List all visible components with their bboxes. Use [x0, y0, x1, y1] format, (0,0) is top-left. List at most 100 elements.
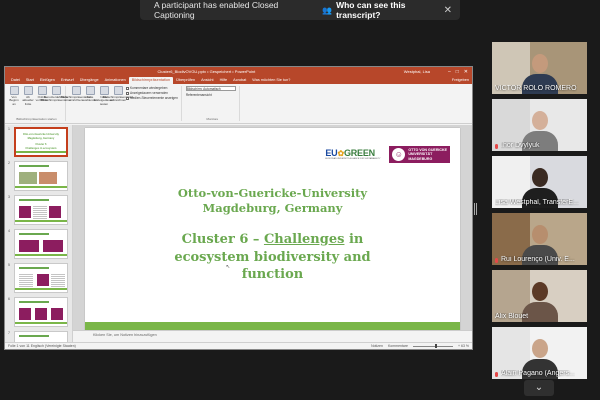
- captioning-notice: A participant has enabled Closed Caption…: [140, 0, 460, 20]
- notes-pane[interactable]: Klicken Sie, um Notizen hinzuzufügen: [73, 330, 472, 342]
- online-icon: [37, 86, 47, 95]
- slide-thumbnail-2[interactable]: [13, 161, 68, 191]
- timer-icon: [99, 86, 109, 95]
- slide-number: 3: [8, 195, 10, 199]
- share-button[interactable]: Freigeben: [449, 77, 472, 84]
- ribbon-tabs: Datei Start Einfügen Entwurf Übergänge A…: [5, 76, 472, 84]
- muted-mic-icon: [495, 258, 498, 263]
- mouse-cursor-icon: ↖: [226, 264, 231, 270]
- shared-screen: Cluster6_BiodivOVGU.pptx • Gespeichert •…: [4, 66, 473, 350]
- comments-toggle[interactable]: Kommentare: [388, 344, 408, 348]
- slide-number: 4: [8, 229, 10, 233]
- slide-thumbnail-7[interactable]: [13, 331, 68, 342]
- slide-number: 7: [8, 331, 10, 335]
- tab-hilfe[interactable]: Hilfe: [217, 77, 231, 84]
- from-beginning-button[interactable]: Von Beginn an: [8, 86, 20, 106]
- ribbon-group-setup: Bildschirmpräsentation einrichten Folie …: [61, 86, 182, 121]
- maximize-icon[interactable]: □: [456, 69, 459, 75]
- zoom-slider[interactable]: [413, 344, 453, 348]
- chevron-down-icon[interactable]: ⌄: [524, 380, 554, 396]
- participant-name: VICTOR ROLO ROMERO: [495, 85, 577, 92]
- thumb-text: Otto-von-Guericke-University: [22, 133, 60, 136]
- slide-count-status: Folie 1 von 11 Englisch (Vereinigte Staa…: [8, 344, 76, 348]
- from-current-button[interactable]: Ab aktueller Folie: [22, 86, 34, 106]
- slide-number: 2: [8, 161, 10, 165]
- participant-name: Rui Lourenço (Univ. E...: [501, 256, 575, 263]
- notes-toggle[interactable]: Notizen: [371, 344, 383, 348]
- setup-checkboxes: Kommentare wiedergeben Anzeigedauern ver…: [126, 86, 178, 100]
- slide-university-title: Otto-von-Guericke-University Magdeburg, …: [177, 186, 368, 215]
- participant-gallery: VICTOR ROLO ROMERO Ihor Dvylyuk Lisa Wes…: [492, 42, 587, 384]
- close-notice-button[interactable]: ✕: [444, 5, 452, 16]
- participant-name: Ihor Dvylyuk: [501, 142, 540, 149]
- tab-entwurf[interactable]: Entwurf: [58, 77, 77, 84]
- setup-icon: [71, 86, 81, 95]
- participant-name: Alain Pagano (Angers...: [501, 370, 575, 377]
- guericke-portrait-icon: ☺: [392, 148, 406, 161]
- slide-thumbnail-pane[interactable]: 1 Otto-von-Guericke-University Magdeburg…: [5, 125, 73, 342]
- ribbon-group-label-monitors: Monitore: [206, 117, 219, 121]
- zoom-level[interactable]: + 63 %: [458, 344, 469, 348]
- slide-number: 6: [8, 297, 10, 301]
- setup-show-button[interactable]: Bildschirmpräsentation einrichten: [61, 86, 91, 103]
- tab-einfuegen[interactable]: Einfügen: [37, 77, 58, 84]
- ribbon-group-label: Bildschirmpräsentation starten: [16, 117, 57, 121]
- participant-tile[interactable]: Alix Blouet: [492, 270, 587, 322]
- ppt-user-name[interactable]: Westphal, Lisa: [404, 69, 430, 74]
- record-show-button[interactable]: Bildschirmpräsentation aufzeichnen: [103, 86, 133, 103]
- participant-tile-active-speaker[interactable]: Lisa Westphal, TransferE...: [492, 156, 587, 208]
- participant-tile[interactable]: VICTOR ROLO ROMERO: [492, 42, 587, 94]
- tab-ansicht[interactable]: Ansicht: [198, 77, 216, 84]
- slide-thumbnail-5[interactable]: [13, 263, 68, 293]
- ppt-titlebar: Cluster6_BiodivOVGU.pptx • Gespeichert •…: [5, 67, 472, 76]
- slide-number: 1: [8, 127, 10, 131]
- thumb-text: Cluster 6: [35, 143, 47, 146]
- slide-logos: EU✿GREEN EUROPEAN UNIVERSITY ALLIANCE FO…: [325, 146, 450, 163]
- participant-tile[interactable]: Ihor Dvylyuk: [492, 99, 587, 151]
- slide-thumbnail-6[interactable]: [13, 297, 68, 327]
- monitor-select[interactable]: Bildschirm: Automatisch: [185, 86, 236, 91]
- ppt-window-title: Cluster6_BiodivOVGU.pptx • Gespeichert •…: [157, 69, 256, 74]
- tab-bildschirmpraesentation[interactable]: Bildschirmpräsentation: [128, 77, 174, 84]
- slide-thumbnail-row[interactable]: 2: [8, 161, 68, 191]
- muted-mic-icon: [495, 144, 498, 149]
- participant-tile[interactable]: Alain Pagano (Angers...: [492, 327, 587, 379]
- slide-thumbnail-row[interactable]: 6: [8, 297, 68, 327]
- ppt-workarea: 1 Otto-von-Guericke-University Magdeburg…: [5, 125, 472, 342]
- slide-thumbnail-row[interactable]: 4: [8, 229, 68, 259]
- tab-datei[interactable]: Datei: [8, 77, 23, 84]
- slide-cluster-title: Cluster 6 – Challenges in ecosystem biod…: [174, 232, 371, 282]
- tab-uebergaenge[interactable]: Übergänge: [77, 77, 102, 84]
- slide-editor[interactable]: EU✿GREEN EUROPEAN UNIVERSITY ALLIANCE FO…: [73, 125, 472, 342]
- close-icon[interactable]: ✕: [464, 69, 468, 75]
- participant-tile[interactable]: Rui Lourenço (Univ. E...: [492, 213, 587, 265]
- slide-thumbnail-row[interactable]: 5: [8, 263, 68, 293]
- people-icon: 👥: [322, 5, 333, 15]
- media-controls-checkbox[interactable]: Medien-Steuerelemente anzeigen: [126, 96, 178, 100]
- ovgu-logo: ☺ OTTO VON GUERICKE UNIVERSITÄT MAGDEBUR…: [389, 146, 450, 163]
- window-controls: – □ ✕: [448, 69, 468, 75]
- transcript-visibility-button[interactable]: 👥 Who can see this transcript?: [322, 0, 443, 20]
- custom-show-icon: [51, 86, 61, 95]
- slide-thumbnail-row[interactable]: 7: [8, 331, 68, 342]
- panel-resize-handle[interactable]: [474, 203, 477, 215]
- captioning-notice-text: A participant has enabled Closed Caption…: [154, 0, 279, 20]
- slide-thumbnail-row[interactable]: 3: [8, 195, 68, 225]
- tab-animationen[interactable]: Animationen: [102, 77, 129, 84]
- participant-name: Alix Blouet: [495, 313, 529, 320]
- slide-thumbnail-4[interactable]: [13, 229, 68, 259]
- minimize-icon[interactable]: –: [448, 69, 451, 75]
- tell-me-search[interactable]: Was möchten Sie tun?: [249, 77, 293, 84]
- tab-start[interactable]: Start: [23, 77, 37, 84]
- tab-acrobat[interactable]: Acrobat: [230, 77, 249, 84]
- play-narrations-checkbox[interactable]: Kommentare wiedergeben: [126, 86, 178, 90]
- muted-mic-icon: [495, 372, 498, 377]
- slide-thumbnail-1[interactable]: Otto-von-Guericke-University Magdeburg, …: [13, 127, 68, 157]
- presenter-view-checkbox[interactable]: Referentenansicht: [186, 93, 236, 97]
- current-slide[interactable]: EU✿GREEN EUROPEAN UNIVERSITY ALLIANCE FO…: [85, 128, 460, 339]
- slide-thumbnail-3[interactable]: [13, 195, 68, 225]
- slide-thumbnail-row[interactable]: 1 Otto-von-Guericke-University Magdeburg…: [8, 127, 68, 157]
- tab-ueberpruefen[interactable]: Überprüfen: [173, 77, 198, 84]
- ribbon-group-monitors: Bildschirm: Automatisch Referentenansich…: [185, 86, 240, 121]
- use-timings-checkbox[interactable]: Anzeigedauern verwenden: [126, 91, 178, 95]
